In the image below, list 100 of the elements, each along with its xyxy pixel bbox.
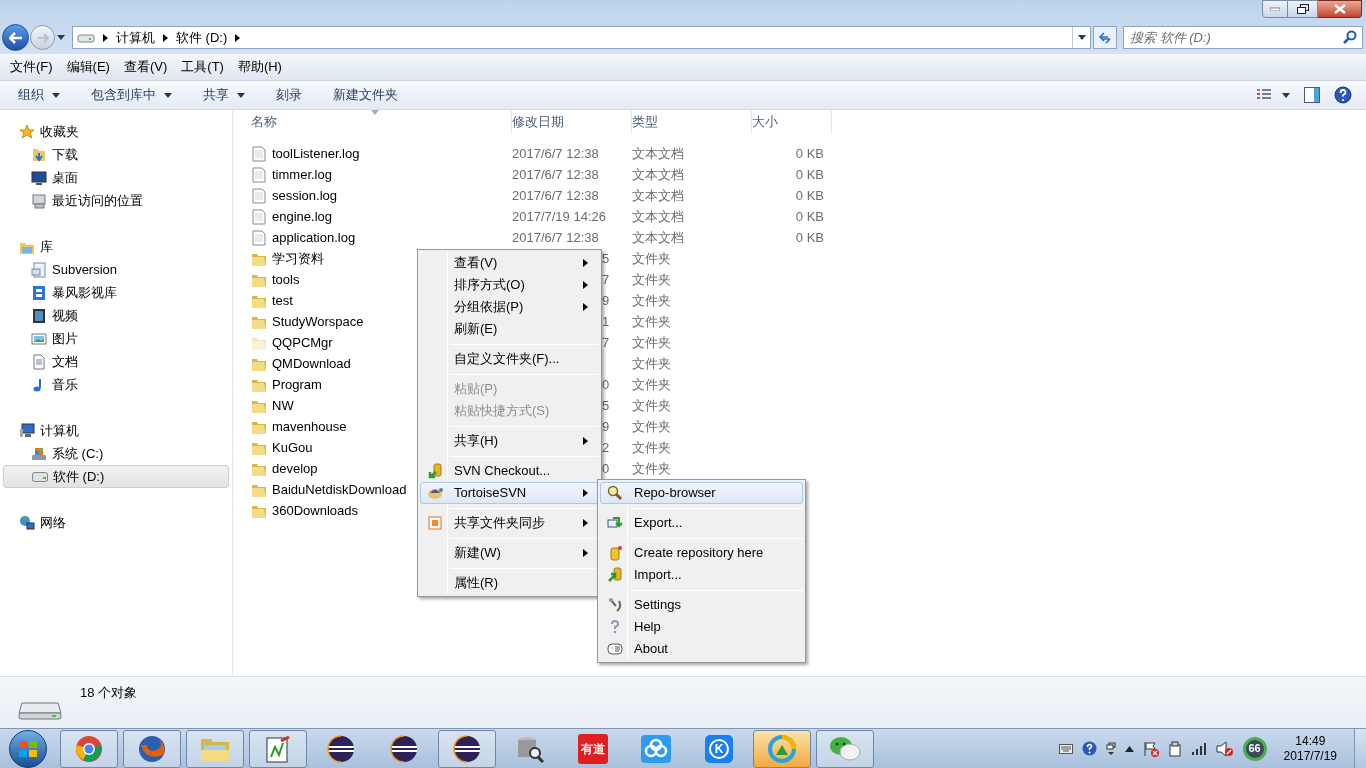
- file-name[interactable]: develop: [272, 458, 318, 479]
- file-name[interactable]: test: [272, 290, 293, 311]
- sidebar-item[interactable]: 最近访问的位置: [3, 189, 229, 212]
- toolbar-button[interactable]: 刻录: [276, 85, 302, 105]
- menu-item[interactable]: 自定义文件夹(F)...: [420, 348, 599, 370]
- file-name[interactable]: BaiduNetdiskDownload: [272, 479, 407, 500]
- clock-time[interactable]: 14:49: [1295, 733, 1326, 749]
- sidebar-item[interactable]: 文档: [3, 350, 229, 373]
- sidebar-item[interactable]: 视频: [3, 304, 229, 327]
- search-field[interactable]: 搜索 软件 (D:): [1123, 26, 1363, 49]
- file-name[interactable]: application.log: [272, 227, 356, 248]
- file-name[interactable]: timmer.log: [272, 164, 332, 185]
- menu-item[interactable]: SVN Checkout...: [420, 460, 599, 482]
- file-name[interactable]: session.log: [272, 185, 338, 206]
- checkout-icon: [427, 463, 443, 479]
- table-cell: 文件夹: [632, 355, 671, 371]
- menu-item[interactable]: Settings: [600, 594, 803, 616]
- menu-item[interactable]: 共享文件夹同步: [420, 512, 599, 534]
- menu-item[interactable]: 分组依据(P): [420, 296, 599, 318]
- menu-item[interactable]: 文件(F): [10, 57, 53, 77]
- sidebar-group-item[interactable]: 库: [3, 235, 229, 258]
- submenu-arrow-icon: [583, 437, 588, 445]
- preview-pane-button[interactable]: [1304, 87, 1320, 103]
- network-icon: [19, 514, 35, 531]
- menu-item[interactable]: Help: [600, 616, 803, 638]
- menu-item[interactable]: Export...: [600, 512, 803, 534]
- eclipse-icon: [453, 734, 481, 763]
- file-name[interactable]: QMDownload: [272, 353, 351, 374]
- menu-item[interactable]: 刷新(E): [420, 318, 599, 340]
- toolbar-button[interactable]: 新建文件夹: [333, 85, 398, 105]
- browser-app-icon: [768, 734, 796, 763]
- notepad-icon: [265, 734, 291, 763]
- menu-item[interactable]: TortoiseSVN: [420, 482, 599, 504]
- toolbar-button[interactable]: 包含到库中: [91, 85, 172, 105]
- file-name[interactable]: tools: [272, 269, 300, 290]
- help-button[interactable]: [1334, 86, 1352, 104]
- clock-date[interactable]: 2017/7/19: [1283, 748, 1337, 764]
- taskbar-button[interactable]: 有道: [564, 729, 622, 768]
- file-name[interactable]: QQPCMgr: [272, 332, 333, 353]
- breadcrumb[interactable]: 计算机: [116, 27, 155, 48]
- file-name[interactable]: KuGou: [272, 437, 313, 458]
- sidebar-item[interactable]: 音乐: [3, 373, 229, 396]
- system-drive-icon: [31, 445, 47, 462]
- chrome-browser-icon: [75, 734, 103, 763]
- address-bar[interactable]: 计算机 软件 (D:): [72, 26, 1091, 49]
- menu-item[interactable]: Create repository here: [600, 542, 803, 564]
- table-cell: 文件夹: [632, 292, 671, 308]
- menu-item[interactable]: 编辑(E): [66, 57, 110, 77]
- toolbar-button[interactable]: 组织: [18, 85, 60, 105]
- table-cell: 0 KB: [795, 166, 824, 182]
- menu-item[interactable]: 新建(W): [420, 542, 599, 564]
- sidebar-group-item[interactable]: 网络: [3, 511, 229, 534]
- back-button[interactable]: [2, 24, 29, 51]
- sidebar-item[interactable]: 系统 (C:): [3, 442, 229, 465]
- sidebar-item[interactable]: 软件 (D:): [3, 465, 229, 488]
- recent-places-icon: [31, 192, 47, 209]
- file-name[interactable]: toolListener.log: [272, 143, 360, 164]
- computer-icon: [19, 422, 35, 439]
- sidebar-item[interactable]: 暴风影视库: [3, 281, 229, 304]
- menu-item[interactable]: 查看(V): [123, 57, 168, 77]
- file-name[interactable]: Program: [272, 374, 322, 395]
- taskbar-button[interactable]: [438, 729, 496, 768]
- column-header[interactable]: 大小: [752, 110, 832, 134]
- menu-item[interactable]: 帮助(H): [237, 57, 282, 77]
- table-cell: 文件夹: [632, 439, 671, 455]
- menu-item[interactable]: 共享(H): [420, 430, 599, 452]
- file-name[interactable]: engine.log: [272, 206, 332, 227]
- sidebar-group-item[interactable]: 计算机: [3, 419, 229, 442]
- sidebar-item[interactable]: 桌面: [3, 166, 229, 189]
- menu-item[interactable]: 查看(V): [420, 252, 599, 274]
- performance-badge[interactable]: 66: [1242, 736, 1267, 761]
- sidebar-group-item[interactable]: 收藏夹: [3, 120, 229, 143]
- file-name[interactable]: NW: [272, 395, 294, 416]
- menu-item[interactable]: About: [600, 638, 803, 660]
- table-cell: 0 KB: [795, 208, 824, 224]
- menu-item[interactable]: 工具(T): [181, 57, 224, 77]
- file-name[interactable]: StudyWorspace: [272, 311, 364, 332]
- restore-button[interactable]: [1288, 0, 1318, 18]
- sidebar-item[interactable]: Subversion: [3, 258, 229, 281]
- menu-item[interactable]: Repo-browser: [600, 482, 803, 504]
- menu-item[interactable]: 排序方式(O): [420, 274, 599, 296]
- column-header[interactable]: 类型: [632, 110, 752, 134]
- sidebar-item[interactable]: 图片: [3, 327, 229, 350]
- taskbar-button[interactable]: K: [690, 729, 748, 768]
- show-hidden-icons-icon: [1124, 745, 1134, 752]
- menu-item[interactable]: Import...: [600, 564, 803, 586]
- refresh-button[interactable]: [1093, 26, 1117, 49]
- column-header[interactable]: 修改日期: [512, 110, 632, 134]
- file-name[interactable]: 学习资料: [272, 248, 324, 269]
- close-button[interactable]: [1318, 0, 1362, 18]
- view-options-button[interactable]: [1256, 88, 1290, 102]
- toolbar-button[interactable]: 共享: [203, 85, 245, 105]
- menu-item[interactable]: 属性(R): [420, 572, 599, 594]
- start-button[interactable]: [9, 729, 47, 768]
- repository-icon: [607, 545, 623, 561]
- sidebar-item[interactable]: 下载: [3, 143, 229, 166]
- file-name[interactable]: mavenhouse: [272, 416, 347, 437]
- table-cell: 2017/6/7 12:38: [512, 229, 599, 245]
- file-name[interactable]: 360Downloads: [272, 500, 358, 521]
- breadcrumb[interactable]: 软件 (D:): [176, 27, 228, 48]
